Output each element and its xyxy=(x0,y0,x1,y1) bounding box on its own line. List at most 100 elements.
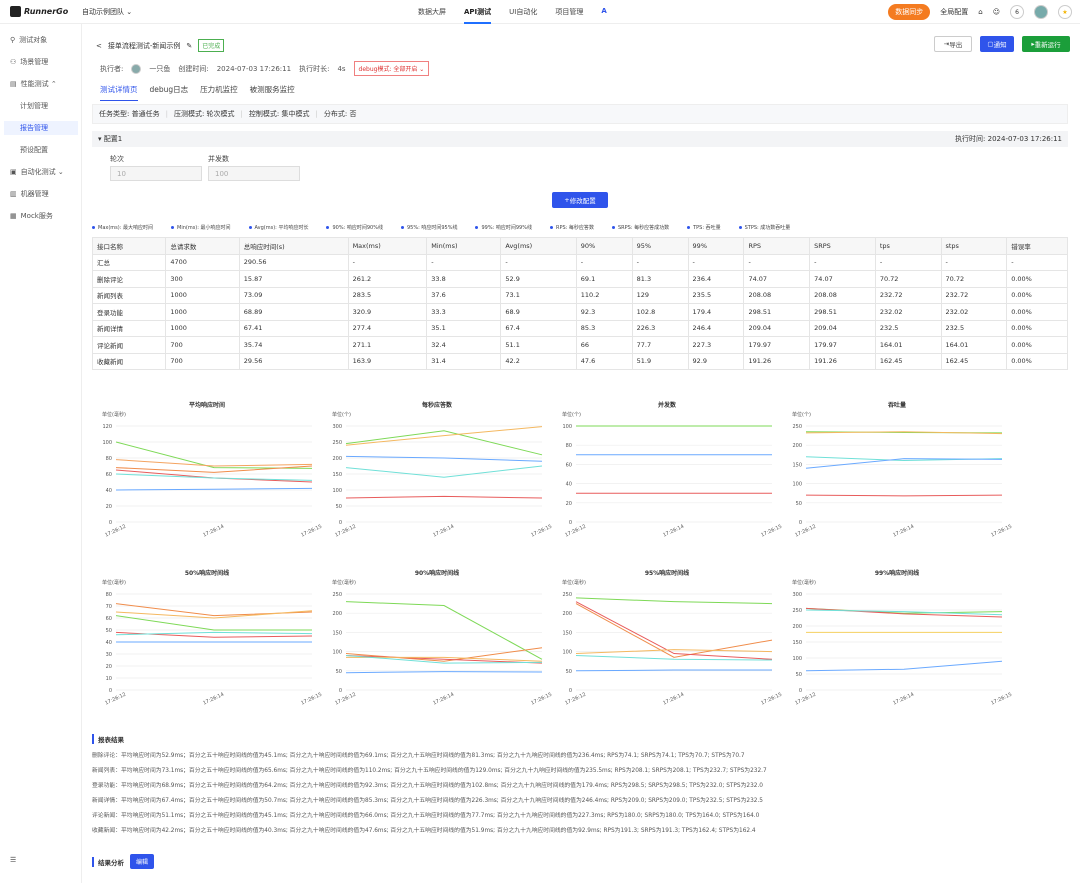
summary-line: 收藏新闻：平均响应时间为42.2ms；百分之五十响应时间线的值为40.3ms; … xyxy=(92,828,756,834)
rounds-input[interactable]: 10 xyxy=(110,166,202,181)
tab-service-monitor[interactable]: 被测服务监控 xyxy=(250,84,295,101)
table-cell: 227.3 xyxy=(687,336,745,354)
y-tick-label: 300 xyxy=(792,592,802,598)
link-icon: ⚲ xyxy=(10,36,16,44)
y-tick-label: 200 xyxy=(792,624,802,630)
table-row: 收藏新闻 700 29.56 163.9 31.4 42.2 47.6 51.9 92.9 191… xyxy=(91,352,1068,370)
nav-ai[interactable]: A xyxy=(601,7,606,24)
sidebar-item-machine[interactable]: ▥ 机器管理 xyxy=(10,189,49,199)
tab-detail[interactable]: 测试详情页 xyxy=(100,84,138,101)
column-header: Max(ms) xyxy=(347,237,428,255)
sidebar-item-performance[interactable]: ▤ 性能测试 ⌃ xyxy=(10,79,57,89)
legend-item: Min(ms): 最小响应时间 xyxy=(171,224,231,231)
chart-title: 99%响应时间线 xyxy=(874,570,920,577)
analysis-title: 结果分析 xyxy=(92,856,124,867)
team-selector[interactable]: 自动示例团队 ⌄ xyxy=(82,7,132,17)
edit-analysis-button[interactable]: 编辑 xyxy=(130,854,155,869)
config-header[interactable]: ▾ 配置1 执行时间: 2024-07-03 17:26:11 xyxy=(92,131,1068,147)
series-line xyxy=(345,495,543,499)
sync-button[interactable]: 数据同步 xyxy=(888,4,931,20)
export-button[interactable]: ⇥ 导出 xyxy=(934,36,972,52)
notify-label: 通知 xyxy=(993,41,1007,49)
legend-text: Avg(ms): 平均响应时长 xyxy=(254,225,309,231)
x-tick-label: 17:26:12 xyxy=(794,524,817,539)
notification-badge[interactable]: 6 xyxy=(1010,5,1024,19)
series-line xyxy=(345,426,543,446)
legend-item: TPS: 吞吐量 xyxy=(687,224,721,231)
sidebar-item-scene[interactable]: ⚇ 场景管理 xyxy=(10,57,48,67)
created-label: 创建时间: xyxy=(178,64,209,73)
legend-item: Max(ms): 最大响应时间 xyxy=(92,224,153,231)
report-title: 接单流程测试-新闻示例 xyxy=(107,41,181,50)
table-cell: 164.01 xyxy=(940,336,1008,354)
sidebar-item-automation[interactable]: ▣ 自动化测试 ⌄ xyxy=(10,167,64,177)
sidebar-label: 测试对象 xyxy=(19,36,48,44)
global-config-button[interactable]: 全局配置 xyxy=(940,7,968,17)
sidebar-item-test-object[interactable]: ⚲ 测试对象 xyxy=(10,35,47,45)
legend-text: Max(ms): 最大响应时间 xyxy=(98,225,153,231)
user-icon[interactable]: ☺ xyxy=(993,8,1000,16)
nav-api-test[interactable]: API测试 xyxy=(464,7,492,24)
tab-debug-log[interactable]: debug日志 xyxy=(150,84,189,101)
modify-config-button[interactable]: + 修改配置 xyxy=(552,192,608,208)
series-line xyxy=(805,660,1003,672)
table-cell: 298.51 xyxy=(809,303,876,321)
sidebar-label: 计划管理 xyxy=(20,102,48,110)
y-tick-label: 50 xyxy=(106,628,112,634)
y-tick-label: 0 xyxy=(339,688,342,694)
table-cell: 70.72 xyxy=(874,270,942,288)
column-header: Min(ms) xyxy=(426,237,502,255)
sidebar-item-plan[interactable]: 计划管理 xyxy=(20,101,48,111)
table-cell: 29.56 xyxy=(238,352,349,370)
y-tick-label: 60 xyxy=(566,462,572,468)
notify-button[interactable]: ▢ 通知 xyxy=(980,36,1014,52)
x-tick-label: 17:26:12 xyxy=(564,524,587,539)
table-cell: 33.8 xyxy=(426,270,502,288)
table-cell: 92.3 xyxy=(575,303,633,321)
chart-unit: 单位(毫秒) xyxy=(792,580,816,586)
star-icon[interactable]: ★ xyxy=(1058,5,1072,19)
line-chart: 99%响应时间线 单位(毫秒) 0 50 100 150 200 250 300 17:26:12… xyxy=(782,566,1012,716)
series-line xyxy=(345,465,543,478)
summary-line: 评论新闻：平均响应时间为51.1ms；百分之五十响应时间线的值为45.1ms; … xyxy=(92,813,760,819)
chart-plot: 0 50 100 150 200 250 300 17:26:12 17:26:14 17:26:… xyxy=(332,424,552,539)
table-cell: 68.9 xyxy=(500,303,577,321)
distributed: 分布式: 否 xyxy=(323,110,357,118)
table-row: 删除评论 300 15.87 261.2 33.8 52.9 69.1 81.3 236.4 74… xyxy=(91,270,1068,288)
table-cell: 37.6 xyxy=(426,286,502,304)
y-tick-label: 100 xyxy=(562,424,572,430)
y-tick-label: 50 xyxy=(796,672,802,678)
x-tick-label: 17:26:14 xyxy=(662,692,685,707)
table-cell: 290.56 xyxy=(238,253,349,271)
legend-text: Min(ms): 最小响应时间 xyxy=(177,225,231,231)
sidebar-item-report[interactable]: 报告管理 xyxy=(4,121,78,135)
y-tick-label: 150 xyxy=(332,472,342,478)
table-cell: 0.00% xyxy=(1006,270,1068,288)
tab-machine-monitor[interactable]: 压力机监控 xyxy=(200,84,238,101)
y-tick-label: 250 xyxy=(792,424,802,430)
edit-icon[interactable]: ✎ xyxy=(186,42,192,50)
table-cell: 42.2 xyxy=(500,352,577,370)
app-logo[interactable]: RunnerGo xyxy=(10,6,68,17)
exec-time: 执行时间: 2024-07-03 17:26:11 xyxy=(955,135,1062,143)
back-icon[interactable]: < xyxy=(96,42,102,50)
home-icon[interactable]: ⌂ xyxy=(978,8,982,16)
line-chart: 50%响应时间线 单位(毫秒) 0 10 20 30 40 50 60 70 80 17:26:12 1… xyxy=(92,566,322,716)
nav-dashboard[interactable]: 数据大屏 xyxy=(418,7,446,24)
nav-project[interactable]: 项目管理 xyxy=(555,7,583,24)
table-cell: 300 xyxy=(165,270,240,288)
menu-collapse-icon[interactable]: ☰ xyxy=(10,856,16,864)
sidebar-item-preset[interactable]: 预设配置 xyxy=(20,145,48,155)
sidebar-item-mock[interactable]: ▦ Mock服务 xyxy=(10,211,53,221)
y-tick-label: 150 xyxy=(792,462,802,468)
series-line xyxy=(805,494,1003,497)
table-cell: 191.26 xyxy=(743,352,811,370)
table-cell: 删除评论 xyxy=(91,270,167,288)
avatar[interactable] xyxy=(1034,5,1048,19)
table-cell: 235.5 xyxy=(687,286,745,304)
debug-mode-select[interactable]: debug模式: 全部开启 ⌄ xyxy=(353,61,430,76)
line-chart: 每秒应答数 单位(个) 0 50 100 150 200 250 300 17:26:12 17:2… xyxy=(322,398,552,548)
nav-ui-automation[interactable]: UI自动化 xyxy=(509,7,537,24)
rerun-button[interactable]: ▸ 重新运行 xyxy=(1022,36,1070,52)
concurrency-input[interactable]: 100 xyxy=(208,166,300,181)
